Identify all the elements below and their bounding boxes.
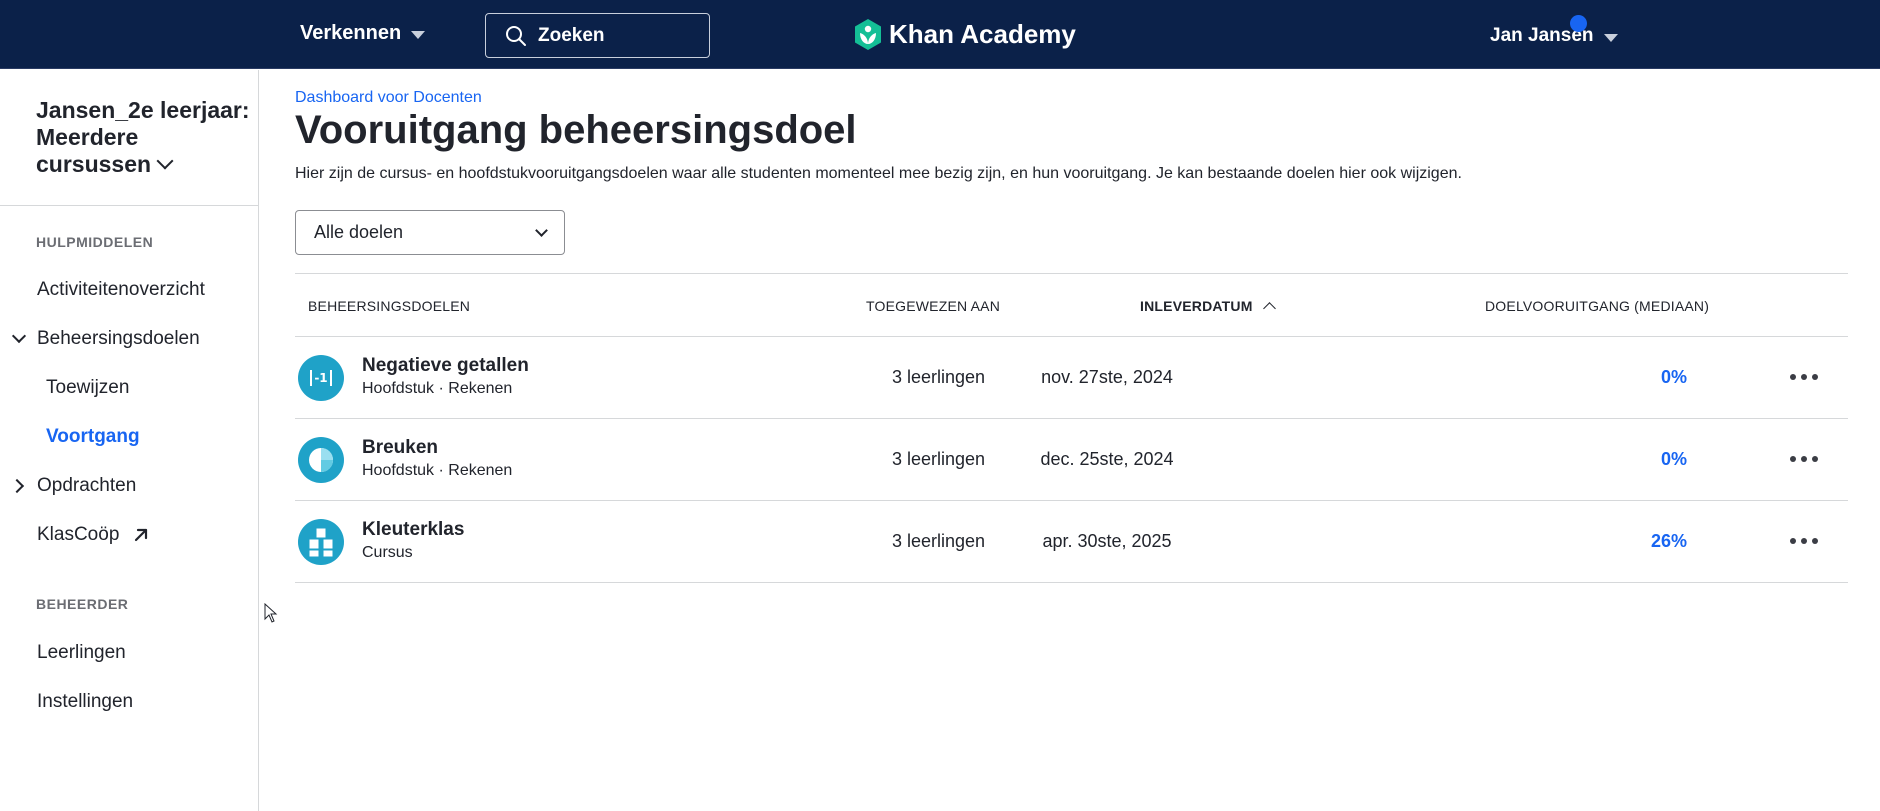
goal-title[interactable]: Kleuterklas: [362, 519, 464, 541]
sidebar-item-klascoop[interactable]: KlasCoöp: [37, 524, 149, 546]
explore-label: Verkennen: [300, 22, 402, 44]
goal-due-date: apr. 30ste, 2025: [1042, 531, 1172, 551]
goal-due-date: dec. 25ste, 2024: [1040, 449, 1174, 469]
more-options-button[interactable]: [1790, 365, 1818, 389]
goal-due-date: nov. 27ste, 2024: [1041, 367, 1173, 387]
goal-title[interactable]: Negatieve getallen: [362, 355, 529, 377]
explore-menu-button[interactable]: Verkennen: [300, 22, 426, 45]
svg-text:-1: -1: [314, 371, 327, 385]
goal-progress[interactable]: 0%: [1661, 449, 1687, 470]
header-due-label: INLEVERDATUM: [1140, 298, 1253, 314]
sidebar-item-settings[interactable]: Instellingen: [37, 691, 133, 713]
top-navigation-bar: Verkennen Zoeken Khan Academy Jan Jansen: [0, 0, 1880, 69]
search-input[interactable]: Zoeken: [485, 13, 710, 58]
goal-assigned: 3 leerlingen: [892, 449, 986, 469]
goal-assigned: 3 leerlingen: [892, 367, 986, 387]
caret-down-icon: [411, 31, 426, 39]
goal-assigned: 3 leerlingen: [892, 531, 986, 551]
breadcrumb[interactable]: Dashboard voor Docenten: [295, 89, 482, 107]
class-title: Jansen_2e leerjaar: Meerdere cursussen: [36, 97, 250, 177]
search-icon: [506, 25, 526, 46]
sort-ascending-icon: [1262, 302, 1276, 315]
page-title: Vooruitgang beheersingsdoel: [295, 108, 857, 152]
header-progress: DOELVOORUITGANG (MEDIAAN): [1485, 298, 1710, 314]
external-link-icon: [134, 528, 147, 542]
more-options-button[interactable]: [1790, 447, 1818, 471]
user-menu-button[interactable]: Jan Jansen: [1490, 25, 1618, 47]
search-label: Zoeken: [538, 24, 605, 46]
filter-value: Alle doelen: [314, 222, 404, 242]
goal-subtitle: Hoofdstuk · Rekenen: [362, 380, 513, 397]
header-goals: BEHEERSINGSDOELEN: [308, 298, 471, 314]
table-row[interactable]: Kleuterklas Cursus 3 leerlingen apr. 30s…: [295, 501, 1848, 583]
divider: [0, 205, 258, 206]
chevron-right-icon[interactable]: [9, 478, 25, 494]
goal-progress[interactable]: 26%: [1651, 531, 1687, 552]
khan-academy-leaf-icon: [855, 19, 881, 50]
table-row[interactable]: Breuken Hoofdstuk · Rekenen 3 leerlingen…: [295, 419, 1848, 501]
goals-filter-select[interactable]: Alle doelen: [295, 210, 565, 255]
goal-progress[interactable]: 0%: [1661, 367, 1687, 388]
sidebar: Jansen_2e leerjaar: Meerdere cursussen H…: [0, 70, 259, 811]
logo-text: Khan Academy: [889, 19, 1076, 49]
sidebar-item-mastery-goals[interactable]: Beheersingsdoelen: [37, 328, 200, 350]
section-heading-tools: HULPMIDDELEN: [36, 234, 154, 250]
more-options-button[interactable]: [1790, 529, 1818, 553]
sidebar-item-activity[interactable]: Activiteitenoverzicht: [37, 279, 205, 301]
sidebar-item-assign[interactable]: Toewijzen: [46, 377, 129, 399]
table-header: BEHEERSINGSDOELEN TOEGEWEZEN AAN INLEVER…: [295, 273, 1848, 337]
khan-academy-logo[interactable]: Khan Academy: [853, 18, 1076, 51]
goal-subtitle: Cursus: [362, 544, 413, 561]
class-selector[interactable]: Jansen_2e leerjaar: Meerdere cursussen: [36, 97, 251, 178]
header-assigned: TOEGEWEZEN AAN: [866, 298, 1001, 314]
goal-title[interactable]: Breuken: [362, 437, 438, 459]
sidebar-item-students[interactable]: Leerlingen: [37, 642, 126, 664]
goals-table: BEHEERSINGSDOELEN TOEGEWEZEN AAN INLEVER…: [295, 273, 1848, 583]
chevron-down-icon: [535, 223, 548, 237]
sidebar-item-assignments[interactable]: Opdrachten: [37, 475, 136, 497]
caret-down-icon: [1603, 33, 1618, 42]
kindergarten-cubes-icon: [298, 519, 344, 565]
header-due-date-sort[interactable]: INLEVERDATUM: [1140, 298, 1276, 315]
page-description: Hier zijn de cursus- en hoofdstukvooruit…: [295, 165, 1462, 182]
notification-dot: [1570, 15, 1587, 32]
sidebar-item-progress[interactable]: Voortgang: [46, 426, 140, 448]
mouse-cursor-icon: [264, 603, 278, 623]
table-row[interactable]: -1 Negatieve getallen Hoofdstuk · Rekene…: [295, 337, 1848, 419]
fractions-icon: [298, 437, 344, 483]
chevron-down-icon[interactable]: [11, 328, 27, 344]
chevron-down-icon: [156, 152, 174, 170]
section-heading-admin: BEHEERDER: [36, 596, 129, 612]
negative-numbers-icon: -1: [298, 355, 344, 401]
goal-subtitle: Hoofdstuk · Rekenen: [362, 462, 513, 479]
klascoop-label: KlasCoöp: [37, 524, 120, 545]
